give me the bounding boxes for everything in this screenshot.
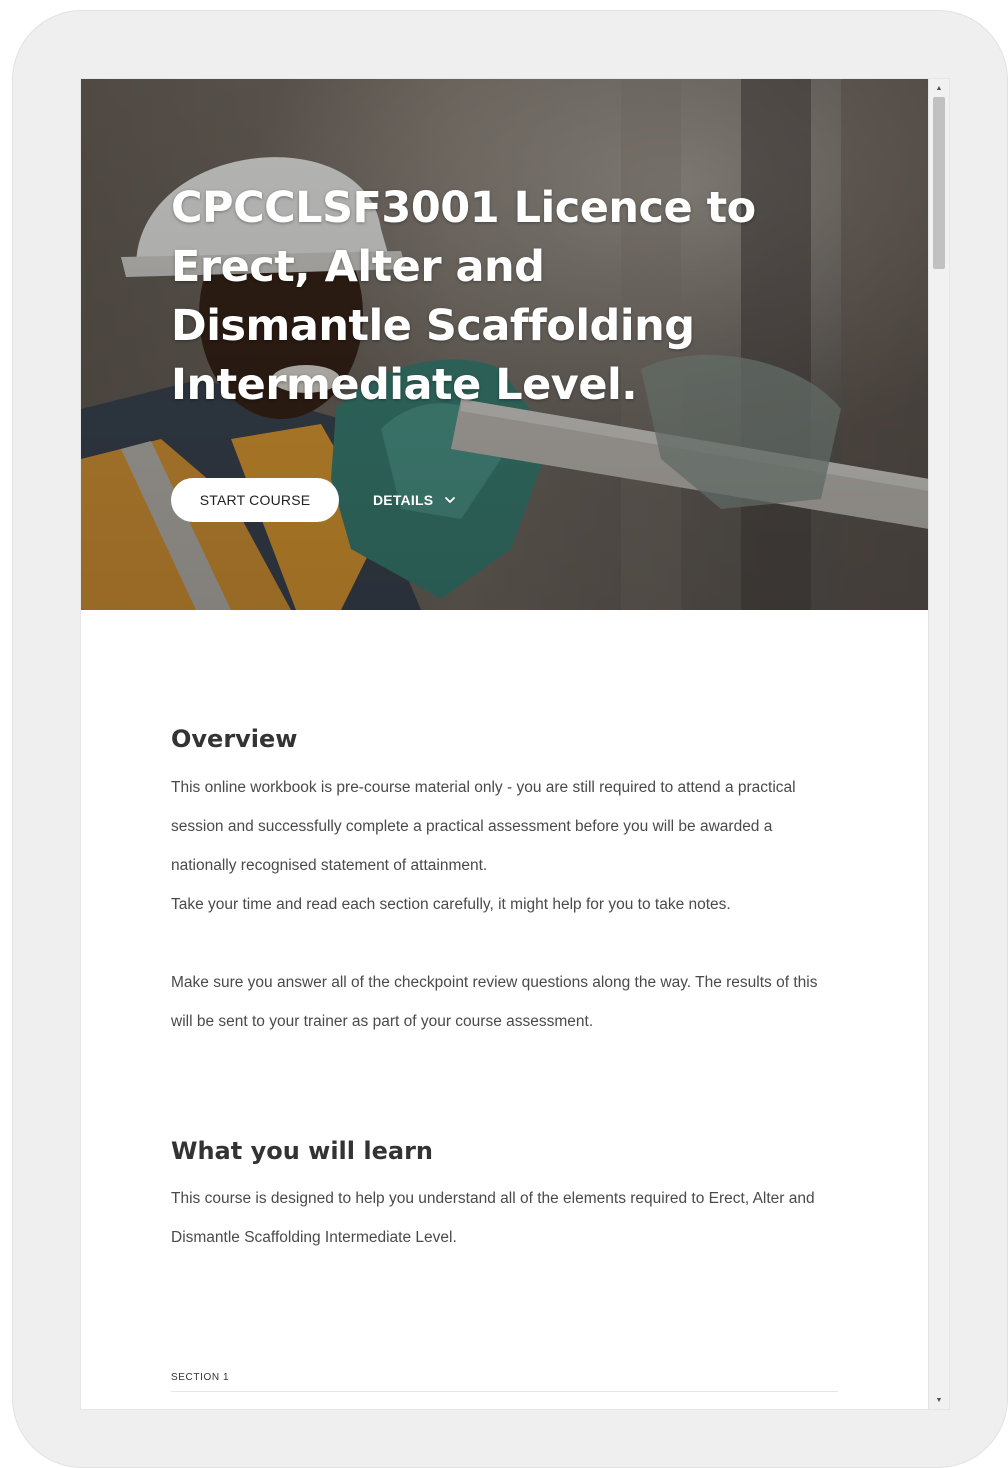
hero-actions: START COURSE DETAILS [171,478,457,522]
details-label: DETAILS [373,492,434,508]
scroll-down-arrow-icon[interactable]: ▼ [929,1391,949,1409]
learn-paragraph: This course is designed to help you unde… [171,1190,815,1246]
section-divider [171,1391,838,1392]
overview-paragraph-1: This online workbook is pre-course mater… [171,779,796,874]
course-title: CPCCLSF3001 Licence to Erect, Alter and … [171,183,756,410]
overview-paragraph-2: Take your time and read each section car… [171,896,731,913]
vertical-scrollbar[interactable]: ▲ ▼ [928,79,949,1409]
overview-paragraph-3: Make sure you answer all of the checkpoi… [171,974,818,1030]
scroll-up-arrow-icon[interactable]: ▲ [929,79,949,97]
overview-heading: Overview [171,725,298,753]
details-toggle-button[interactable]: DETAILS [373,492,457,508]
hero-banner: CPCCLSF3001 Licence to Erect, Alter and … [81,79,929,610]
section-label: SECTION 1 [171,1372,230,1383]
chevron-down-icon [445,497,456,503]
learn-heading: What you will learn [171,1137,433,1165]
scrollbar-thumb[interactable] [933,97,945,269]
screen: CPCCLSF3001 Licence to Erect, Alter and … [80,78,950,1410]
course-page: CPCCLSF3001 Licence to Erect, Alter and … [81,79,929,1409]
start-course-button[interactable]: START COURSE [171,478,339,522]
tablet-frame: CPCCLSF3001 Licence to Erect, Alter and … [12,10,1008,1468]
